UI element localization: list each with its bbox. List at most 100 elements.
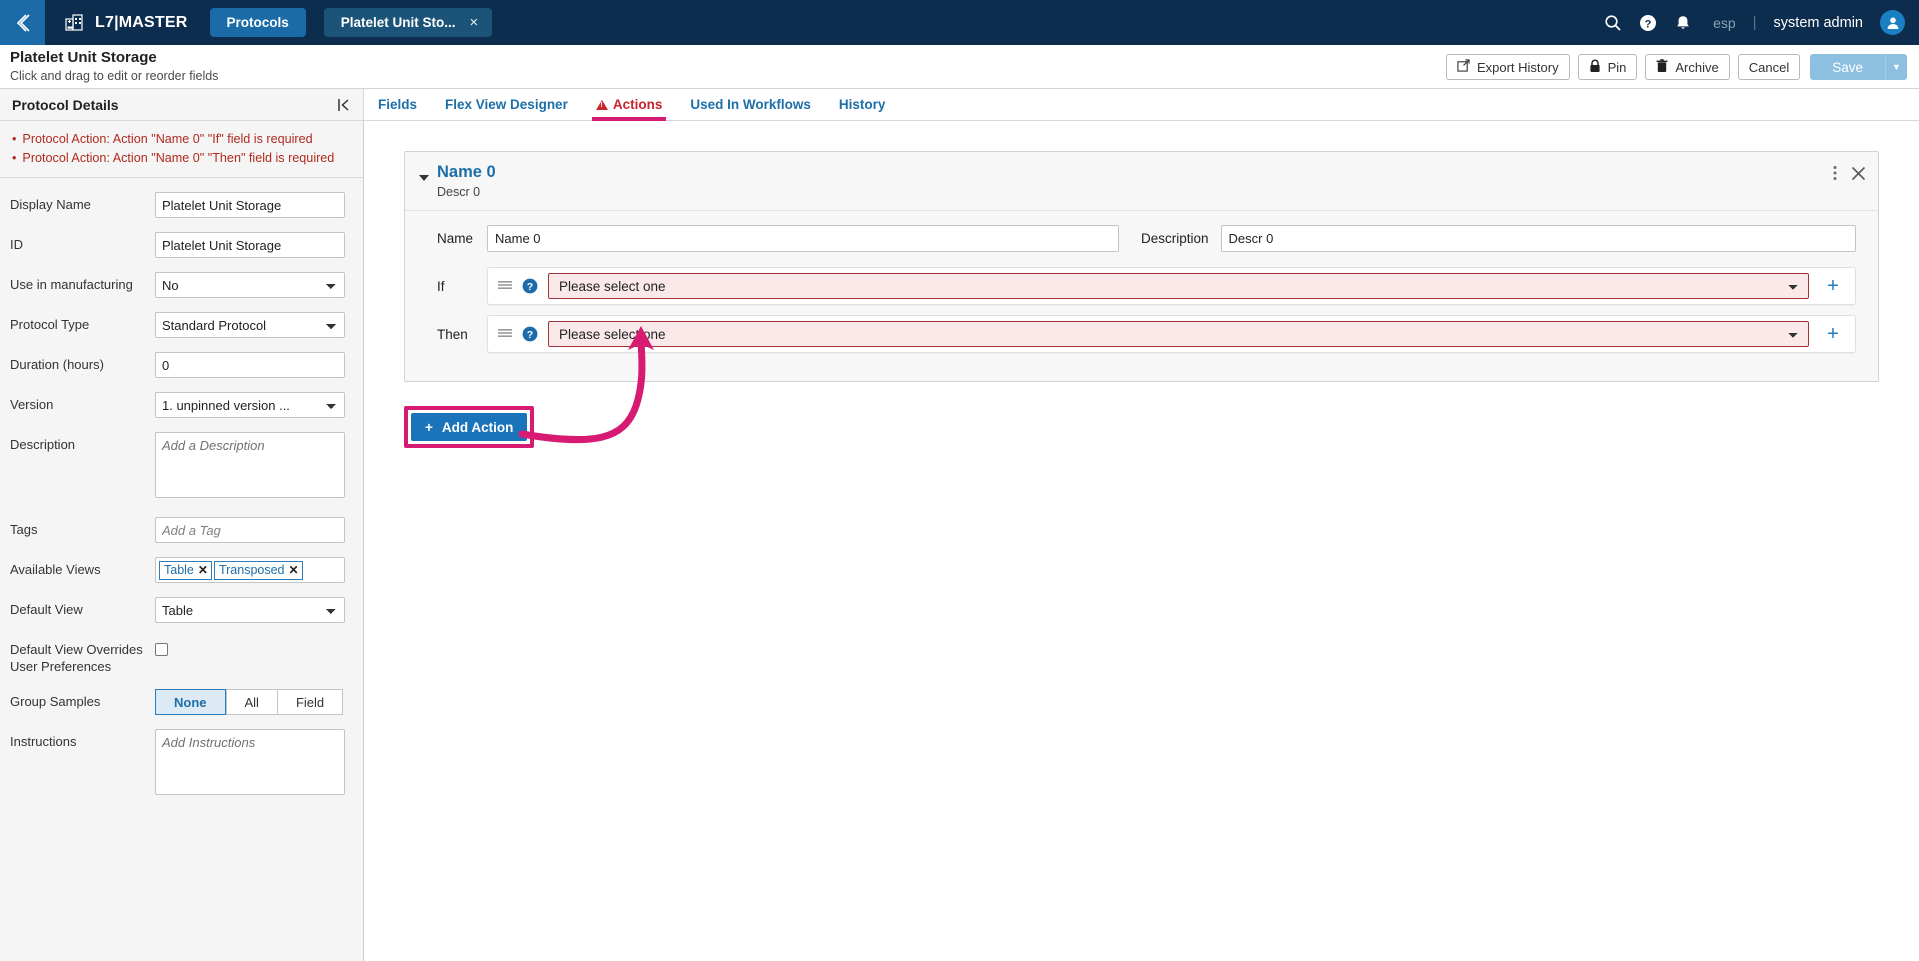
action-if-row: If ? Please select one + bbox=[405, 267, 1878, 305]
tab-label: History bbox=[838, 97, 886, 112]
action-name-input[interactable] bbox=[487, 225, 1119, 252]
field-id: ID bbox=[10, 232, 353, 258]
field-default-view: Default View Table bbox=[10, 597, 353, 623]
top-navigation-bar: L7|MASTER Protocols Platelet Unit Sto...… bbox=[0, 0, 1919, 45]
svg-text:?: ? bbox=[527, 329, 533, 341]
protocol-type-label: Protocol Type bbox=[10, 317, 90, 332]
drag-handle-icon[interactable] bbox=[498, 280, 512, 292]
chevron-down-icon[interactable] bbox=[419, 175, 429, 181]
trash-icon bbox=[1656, 58, 1668, 76]
protocol-type-select[interactable]: Standard Protocol bbox=[155, 312, 345, 338]
group-samples-option-none[interactable]: None bbox=[155, 689, 226, 715]
protocol-details-form: Display Name ID Use in manufacturing No bbox=[0, 178, 363, 961]
nav-divider: | bbox=[1752, 14, 1757, 31]
default-view-label: Default View bbox=[10, 602, 83, 617]
locale-label[interactable]: esp bbox=[1709, 15, 1736, 31]
action-name-row: Name Description bbox=[405, 225, 1878, 252]
version-select[interactable]: 1. unpinned version ... bbox=[155, 392, 345, 418]
display-name-input[interactable] bbox=[155, 192, 345, 218]
action-card-header: Name 0 Descr 0 bbox=[405, 152, 1878, 211]
tab-used-in-workflows[interactable]: Used In Workflows bbox=[676, 89, 825, 120]
archive-button[interactable]: Archive bbox=[1645, 54, 1730, 80]
drag-handle-icon[interactable] bbox=[498, 328, 512, 340]
available-views-chipbox[interactable]: Table ✕ Transposed ✕ bbox=[155, 557, 345, 583]
nav-tab-protocols[interactable]: Protocols bbox=[209, 8, 306, 37]
tags-input[interactable] bbox=[155, 517, 345, 543]
tab-flex-view-designer[interactable]: Flex View Designer bbox=[431, 89, 582, 120]
tab-label: Used In Workflows bbox=[690, 97, 811, 112]
back-button[interactable] bbox=[0, 0, 45, 45]
action-card: Name 0 Descr 0 Name Name 0 Description D… bbox=[404, 151, 1879, 382]
action-card-title: Name 0 bbox=[437, 163, 496, 181]
chip-remove-icon[interactable]: ✕ bbox=[289, 563, 299, 577]
warning-triangle-icon bbox=[595, 99, 608, 110]
action-if-label: If bbox=[437, 278, 445, 294]
external-link-icon bbox=[1457, 59, 1470, 75]
page-header-actions: Export History Pin Archive Cancel Save ▼ bbox=[1445, 45, 1907, 89]
duration-input[interactable] bbox=[155, 352, 345, 378]
page-header: Platelet Unit Storage Click and drag to … bbox=[0, 45, 1919, 89]
cancel-button[interactable]: Cancel bbox=[1737, 54, 1801, 80]
tab-actions[interactable]: Actions bbox=[582, 89, 677, 121]
default-view-overrides-checkbox[interactable] bbox=[155, 643, 168, 656]
chevron-left-icon bbox=[12, 12, 34, 34]
version-label: Version bbox=[10, 397, 54, 412]
id-input[interactable] bbox=[155, 232, 345, 258]
help-circle-icon[interactable]: ? bbox=[522, 326, 538, 342]
brand-title: L7|MASTER bbox=[95, 13, 188, 31]
more-vertical-icon[interactable] bbox=[1833, 165, 1837, 181]
close-icon[interactable] bbox=[1851, 166, 1866, 181]
building-icon bbox=[63, 12, 85, 34]
save-dropdown-caret-icon[interactable]: ▼ bbox=[1885, 54, 1907, 80]
field-default-view-overrides: Default View Overrides User Preferences bbox=[10, 637, 353, 675]
group-samples-option-all[interactable]: All bbox=[225, 689, 277, 715]
view-chip-transposed[interactable]: Transposed ✕ bbox=[213, 560, 303, 580]
close-icon[interactable]: × bbox=[470, 15, 479, 30]
export-history-button[interactable]: Export History bbox=[1445, 54, 1570, 80]
svg-text:?: ? bbox=[1645, 18, 1652, 30]
lock-icon bbox=[1589, 59, 1601, 76]
chip-label: Table bbox=[164, 563, 194, 577]
action-description-label: Description bbox=[1141, 231, 1209, 246]
chip-label: Transposed bbox=[218, 563, 285, 577]
tags-label: Tags bbox=[10, 522, 38, 537]
user-avatar-icon[interactable] bbox=[1880, 10, 1905, 35]
tab-history[interactable]: History bbox=[825, 89, 900, 120]
save-button-group: Save ▼ bbox=[1810, 54, 1907, 80]
action-card-subtitle: Descr 0 bbox=[437, 185, 481, 199]
default-view-select[interactable]: Table bbox=[155, 597, 345, 623]
field-version: Version 1. unpinned version ... bbox=[10, 392, 353, 418]
display-name-label: Display Name bbox=[10, 197, 91, 212]
bell-icon[interactable] bbox=[1674, 14, 1692, 32]
instructions-textarea[interactable] bbox=[155, 729, 345, 795]
use-in-manufacturing-select[interactable]: No bbox=[155, 272, 345, 298]
group-samples-segmented-control: None All Field bbox=[155, 689, 345, 715]
if-condition-container: ? Please select one + bbox=[487, 267, 1856, 305]
page-subtitle: Click and drag to edit or reorder fields bbox=[10, 68, 219, 83]
pin-button[interactable]: Pin bbox=[1577, 54, 1638, 80]
save-button[interactable]: Save bbox=[1810, 54, 1885, 80]
if-condition-select[interactable]: Please select one bbox=[548, 273, 1809, 299]
help-circle-icon[interactable]: ? bbox=[1639, 14, 1657, 32]
duration-label: Duration (hours) bbox=[10, 357, 104, 372]
nav-tab-document[interactable]: Platelet Unit Sto... × bbox=[323, 8, 493, 37]
view-chip-table[interactable]: Table ✕ bbox=[159, 560, 212, 580]
search-icon[interactable] bbox=[1604, 14, 1622, 32]
add-then-condition-button[interactable]: + bbox=[1819, 321, 1847, 347]
then-condition-select[interactable]: Please select one bbox=[548, 321, 1809, 347]
chip-remove-icon[interactable]: ✕ bbox=[198, 563, 208, 577]
description-textarea[interactable] bbox=[155, 432, 345, 498]
validation-error-text: Protocol Action: Action "Name 0" "Then" … bbox=[22, 150, 335, 165]
bullet-icon: • bbox=[12, 150, 17, 165]
field-group-samples: Group Samples None All Field bbox=[10, 689, 353, 715]
group-samples-label: Group Samples bbox=[10, 694, 101, 709]
action-description-input[interactable] bbox=[1220, 225, 1856, 252]
group-samples-option-field[interactable]: Field bbox=[276, 689, 344, 715]
add-action-button[interactable]: + Add Action bbox=[411, 413, 528, 441]
panel-collapse-icon[interactable] bbox=[324, 89, 364, 120]
help-circle-icon[interactable]: ? bbox=[522, 278, 538, 294]
bullet-icon: • bbox=[12, 132, 17, 146]
action-card-body: Name Description If ? bbox=[405, 211, 1878, 381]
add-if-condition-button[interactable]: + bbox=[1819, 273, 1847, 299]
tab-fields[interactable]: Fields bbox=[364, 89, 431, 120]
